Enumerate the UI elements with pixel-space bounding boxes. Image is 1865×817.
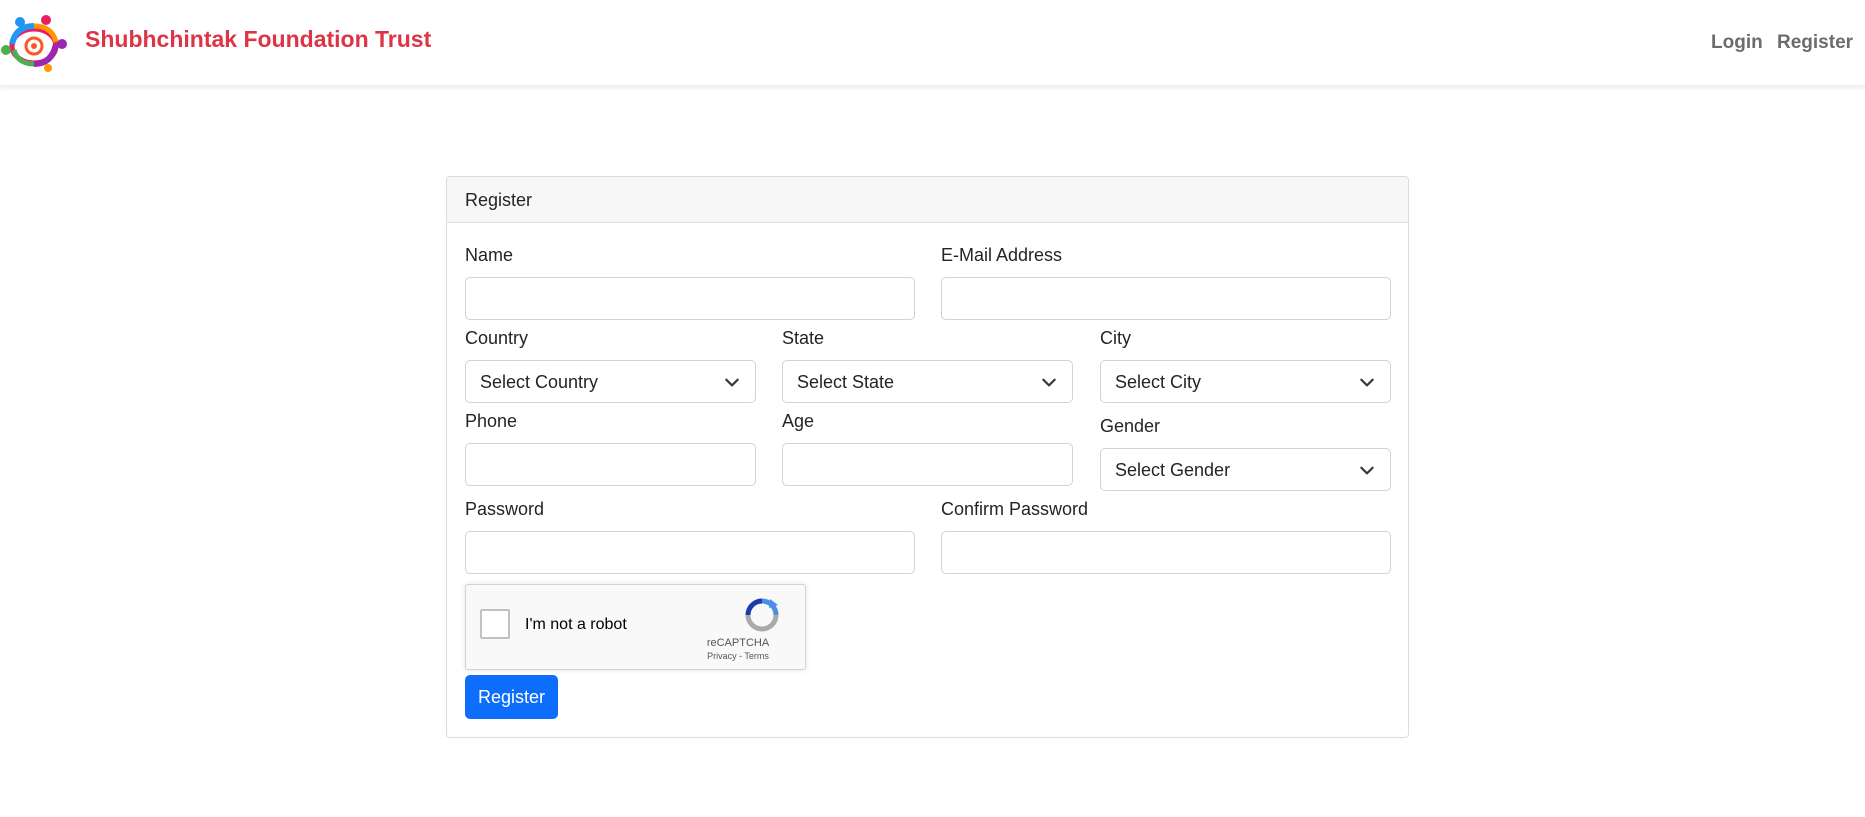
chevron-down-icon xyxy=(1042,378,1056,387)
register-button[interactable]: Register xyxy=(465,675,558,719)
state-select-value: Select State xyxy=(797,372,895,392)
city-select-value: Select City xyxy=(1115,372,1202,392)
password-input[interactable] xyxy=(465,531,915,574)
confirm-password-label: Confirm Password xyxy=(941,499,1089,519)
register-card: Register Name E-Mail Address Country Sel… xyxy=(446,176,1409,738)
brand-title[interactable]: Shubhchintak Foundation Trust xyxy=(85,26,431,53)
city-label: City xyxy=(1100,328,1131,348)
confirm-password-input[interactable] xyxy=(941,531,1391,574)
name-label: Name xyxy=(465,245,514,265)
age-label: Age xyxy=(782,411,815,431)
chevron-down-icon xyxy=(1360,378,1374,387)
recaptcha-label: I'm not a robot xyxy=(525,616,627,633)
state-select[interactable]: Select State xyxy=(782,360,1073,403)
gender-label: Gender xyxy=(1100,416,1161,436)
email-label: E-Mail Address xyxy=(941,245,1063,265)
phone-input[interactable] xyxy=(465,443,756,486)
navbar: Shubhchintak Foundation Trust Login Regi… xyxy=(0,0,1865,86)
recaptcha-widget: I'm not a robot reCAPTCHA Privacy - Term… xyxy=(465,584,806,670)
gender-select-value: Select Gender xyxy=(1115,460,1231,480)
nav-register-link[interactable]: Register xyxy=(1777,32,1853,54)
nav-login-link[interactable]: Login xyxy=(1711,32,1763,54)
country-select-value: Select Country xyxy=(480,372,599,392)
foundation-logo-icon[interactable] xyxy=(0,14,70,72)
city-select[interactable]: Select City xyxy=(1100,360,1391,403)
country-label: Country xyxy=(465,328,529,348)
card-header: Register xyxy=(447,177,1408,223)
card-header-title: Register xyxy=(465,190,533,210)
state-label: State xyxy=(782,328,825,348)
recaptcha-brand: reCAPTCHA xyxy=(706,637,770,649)
chevron-down-icon xyxy=(1360,466,1374,475)
chevron-down-icon xyxy=(725,378,739,387)
email-input[interactable] xyxy=(941,277,1391,320)
recaptcha-logo-icon xyxy=(745,598,779,632)
recaptcha-links[interactable]: Privacy - Terms xyxy=(686,651,790,661)
name-input[interactable] xyxy=(465,277,915,320)
country-select[interactable]: Select Country xyxy=(465,360,756,403)
age-input[interactable] xyxy=(782,443,1073,486)
gender-select[interactable]: Select Gender xyxy=(1100,448,1391,491)
recaptcha-checkbox[interactable] xyxy=(480,609,510,639)
phone-label: Phone xyxy=(465,411,518,431)
password-label: Password xyxy=(465,499,545,519)
